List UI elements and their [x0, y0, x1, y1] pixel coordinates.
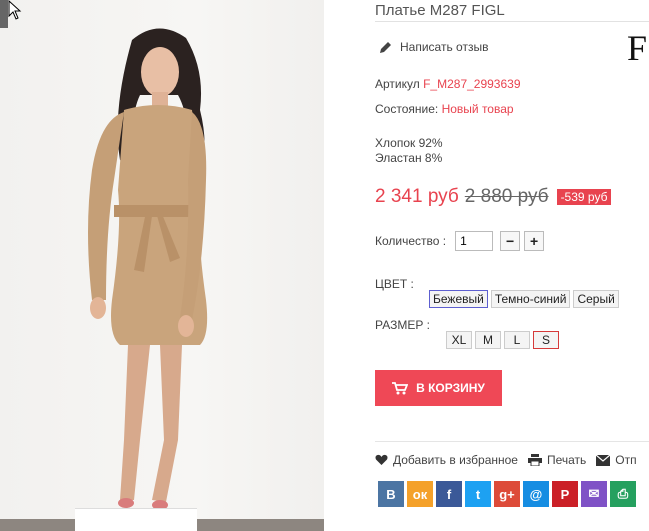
thumbnail-strip[interactable]: [75, 508, 197, 531]
send-to-friend-label: Отп: [615, 453, 637, 467]
share-email-button[interactable]: ✉: [581, 481, 607, 507]
color-option-beige[interactable]: Бежевый: [429, 290, 488, 308]
share-print-button[interactable]: ⎙: [610, 481, 636, 507]
quantity-increase-button[interactable]: +: [524, 231, 545, 251]
add-to-cart-label: В КОРЗИНУ: [416, 381, 485, 395]
share-vk-button[interactable]: В: [378, 481, 404, 507]
print-link[interactable]: Печать: [527, 453, 587, 467]
color-option-grey[interactable]: Серый: [573, 290, 619, 308]
envelope-icon: [596, 454, 611, 466]
share-pinterest-button[interactable]: P: [552, 481, 578, 507]
size-options: XL M L S: [446, 331, 559, 349]
composition-line-2: Эластан 8%: [375, 151, 443, 165]
cart-icon: [392, 381, 409, 394]
model-figure: [88, 28, 208, 510]
article-label: Артикул: [375, 77, 420, 91]
quantity-input[interactable]: [455, 231, 494, 251]
printer-icon: [527, 454, 542, 466]
discount-badge: -539 руб: [556, 189, 612, 205]
mouse-cursor-icon: [8, 0, 22, 20]
size-label: РАЗМЕР :: [375, 318, 430, 332]
size-option-l[interactable]: L: [504, 331, 530, 349]
condition-row: Состояние: Новый товар: [375, 102, 514, 116]
composition-line-1: Хлопок 92%: [375, 136, 443, 150]
share-twitter-button[interactable]: t: [465, 481, 491, 507]
article-row: Артикул F_M287_2993639: [375, 77, 521, 91]
social-share-bar: В ок f t g+ @ P ✉ ⎙: [378, 481, 636, 507]
old-price: 2 880 руб: [464, 186, 549, 207]
condition-label: Состояние:: [375, 102, 439, 116]
quantity-decrease-button[interactable]: −: [500, 231, 521, 251]
heart-icon: [375, 454, 388, 465]
color-options: Бежевый Темно-синий Серый: [429, 290, 619, 308]
pencil-icon: [380, 41, 391, 53]
share-mail-button[interactable]: @: [523, 481, 549, 507]
actions-divider: [375, 441, 649, 442]
quantity-label: Количество :: [375, 234, 447, 248]
print-label: Печать: [546, 453, 587, 467]
current-price: 2 341 руб: [375, 186, 459, 207]
product-info-panel: Платье M287 FIGL F Написать отзыв Артику…: [324, 0, 649, 531]
share-google-plus-button[interactable]: g+: [494, 481, 520, 507]
price-block: 2 341 руб 2 880 руб -539 руб: [375, 186, 612, 208]
condition-value: Новый товар: [441, 102, 514, 116]
share-facebook-button[interactable]: f: [436, 481, 462, 507]
size-option-s[interactable]: S: [533, 331, 559, 349]
product-actions: Добавить в избранное Печать Отп: [375, 453, 637, 467]
brand-logo[interactable]: F: [627, 27, 647, 69]
write-review-link[interactable]: Написать отзыв: [379, 40, 488, 54]
add-to-cart-button[interactable]: В КОРЗИНУ: [375, 370, 502, 406]
send-to-friend-link[interactable]: Отп: [596, 453, 637, 467]
size-option-m[interactable]: M: [475, 331, 501, 349]
article-value: F_M287_2993639: [423, 77, 521, 91]
write-review-label: Написать отзыв: [400, 40, 489, 54]
product-photo[interactable]: [0, 0, 324, 531]
add-to-favorites-label: Добавить в избранное: [393, 453, 518, 467]
share-odnoklassniki-button[interactable]: ок: [407, 481, 433, 507]
product-title: Платье M287 FIGL: [375, 2, 505, 19]
add-to-favorites-link[interactable]: Добавить в избранное: [375, 453, 518, 467]
color-label: ЦВЕТ :: [375, 277, 414, 291]
color-option-dark-blue[interactable]: Темно-синий: [490, 290, 571, 308]
gallery-tab[interactable]: [0, 0, 8, 28]
title-divider: [375, 21, 649, 22]
size-option-xl[interactable]: XL: [446, 331, 472, 349]
quantity-row: Количество : − +: [375, 231, 545, 251]
